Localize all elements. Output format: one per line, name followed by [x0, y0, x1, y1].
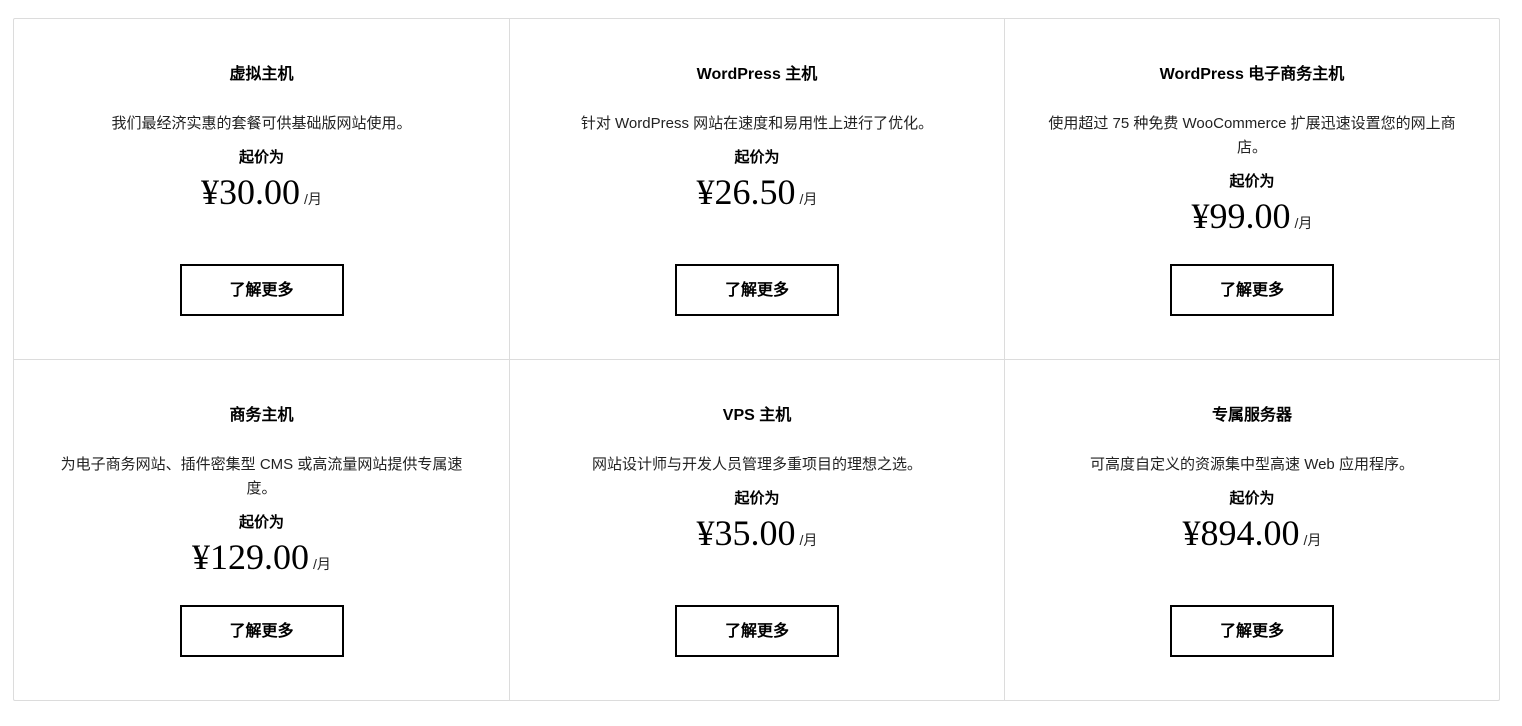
plan-title: WordPress 主机	[696, 66, 818, 83]
learn-more-button[interactable]: 了解更多	[675, 605, 839, 657]
plan-description: 我们最经济实惠的套餐可供基础版网站使用。	[111, 115, 412, 132]
plan-title: 商务主机	[229, 407, 294, 424]
plan-description: 可高度自定义的资源集中型高速 Web 应用程序。	[1090, 456, 1414, 473]
plan-card-vps-hosting: VPS 主机 网站设计师与开发人员管理多重项目的理想之选。 起价为 ¥35.00…	[510, 360, 1005, 700]
starting-price-label: 起价为	[1229, 173, 1275, 190]
plan-price: ¥26.50	[696, 172, 796, 212]
learn-more-button[interactable]: 了解更多	[1170, 264, 1334, 316]
plan-card-wordpress-hosting: WordPress 主机 针对 WordPress 网站在速度和易用性上进行了优…	[510, 19, 1005, 360]
learn-more-button[interactable]: 了解更多	[1170, 605, 1334, 657]
price-period: /月	[799, 532, 818, 548]
plan-price: ¥30.00	[201, 172, 301, 212]
plan-title: 专属服务器	[1211, 407, 1292, 424]
price-row: ¥26.50/月	[550, 170, 964, 222]
plan-price: ¥99.00	[1191, 196, 1291, 236]
price-period: /月	[1303, 532, 1322, 548]
price-row: ¥894.00/月	[1045, 511, 1459, 563]
price-row: ¥99.00/月	[1045, 194, 1459, 246]
plan-title: 虚拟主机	[229, 66, 294, 83]
plan-price: ¥35.00	[696, 513, 796, 553]
starting-price-label: 起价为	[1229, 490, 1275, 507]
price-row: ¥30.00/月	[54, 170, 469, 222]
price-row: ¥35.00/月	[550, 511, 964, 563]
price-period: /月	[1294, 215, 1313, 231]
plan-description: 网站设计师与开发人员管理多重项目的理想之选。	[591, 456, 922, 473]
price-row: ¥129.00/月	[54, 535, 469, 587]
price-period: /月	[799, 191, 818, 207]
hosting-plans-grid: 虚拟主机 我们最经济实惠的套餐可供基础版网站使用。 起价为 ¥30.00/月 了…	[13, 18, 1500, 701]
plan-price: ¥129.00	[192, 537, 310, 577]
plan-card-shared-hosting: 虚拟主机 我们最经济实惠的套餐可供基础版网站使用。 起价为 ¥30.00/月 了…	[14, 19, 510, 360]
plan-price: ¥894.00	[1182, 513, 1300, 553]
plan-description: 针对 WordPress 网站在速度和易用性上进行了优化。	[580, 115, 934, 132]
price-period: /月	[313, 556, 331, 572]
plan-card-wordpress-ecommerce-hosting: WordPress 电子商务主机 使用超过 75 种免费 WooCommerce…	[1005, 19, 1499, 360]
learn-more-button[interactable]: 了解更多	[179, 264, 344, 316]
plan-description: 使用超过 75 种免费 WooCommerce 扩展迅速设置您的网上商店。	[1048, 115, 1456, 156]
plan-title: VPS 主机	[722, 407, 792, 424]
plan-card-business-hosting: 商务主机 为电子商务网站、插件密集型 CMS 或高流量网站提供专属速度。 起价为…	[14, 360, 510, 700]
starting-price-label: 起价为	[238, 149, 284, 166]
plan-title: WordPress 电子商务主机	[1159, 66, 1345, 83]
starting-price-label: 起价为	[734, 490, 780, 507]
plan-card-dedicated-server: 专属服务器 可高度自定义的资源集中型高速 Web 应用程序。 起价为 ¥894.…	[1005, 360, 1499, 700]
starting-price-label: 起价为	[734, 149, 780, 166]
plan-description: 为电子商务网站、插件密集型 CMS 或高流量网站提供专属速度。	[60, 456, 463, 497]
learn-more-button[interactable]: 了解更多	[179, 605, 344, 657]
price-period: /月	[304, 191, 322, 207]
starting-price-label: 起价为	[238, 514, 284, 531]
learn-more-button[interactable]: 了解更多	[675, 264, 839, 316]
